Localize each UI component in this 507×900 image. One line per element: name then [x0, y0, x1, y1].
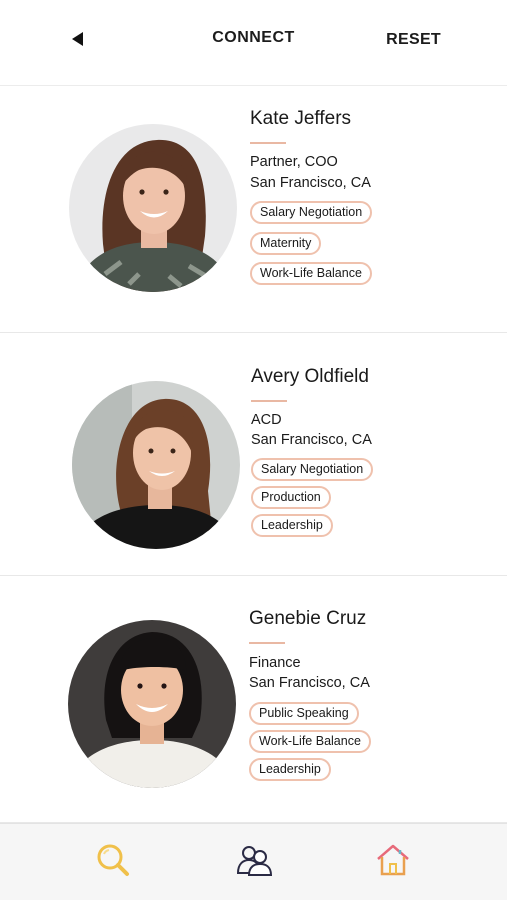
top-navigation-bar: CONNECT RESET	[0, 0, 507, 86]
profile-name: Kate Jeffers	[250, 108, 352, 129]
profile-location: San Francisco, CA	[251, 432, 372, 448]
bottom-tab-bar	[0, 823, 507, 900]
tag-chip[interactable]: Public Speaking	[249, 702, 359, 725]
tag-chip[interactable]: Leadership	[249, 758, 331, 781]
profile-name: Avery Oldfield	[251, 366, 369, 387]
reset-button[interactable]: RESET	[386, 31, 441, 49]
accent-divider	[251, 400, 287, 402]
profile-card[interactable]: Kate Jeffers Partner, COO San Francisco,…	[0, 87, 507, 333]
avatar	[68, 620, 236, 788]
avatar	[72, 381, 240, 549]
profile-location: San Francisco, CA	[249, 675, 370, 691]
profile-card[interactable]: Genebie Cruz Finance San Francisco, CA P…	[0, 577, 507, 823]
profile-location: San Francisco, CA	[250, 175, 371, 191]
tag-chip[interactable]: Work-Life Balance	[250, 262, 372, 285]
tag-chip[interactable]: Work-Life Balance	[249, 730, 371, 753]
tag-chip[interactable]: Production	[251, 486, 331, 509]
profile-name: Genebie Cruz	[249, 608, 367, 629]
search-icon[interactable]	[93, 840, 133, 880]
accent-divider	[250, 142, 286, 144]
tag-chip[interactable]: Leadership	[251, 514, 333, 537]
tag-chip[interactable]: Salary Negotiation	[250, 201, 373, 224]
tag-chip[interactable]: Maternity	[250, 232, 322, 255]
profile-role: ACD	[251, 412, 282, 428]
avatar	[69, 124, 237, 292]
home-icon[interactable]	[373, 840, 413, 880]
people-icon[interactable]	[234, 840, 274, 880]
profile-role: Partner, COO	[250, 154, 338, 170]
profile-role: Finance	[249, 655, 301, 671]
accent-divider	[249, 642, 285, 644]
tag-chip[interactable]: Salary Negotiation	[251, 458, 374, 481]
profile-card[interactable]: Avery Oldfield ACD San Francisco, CA Sal…	[0, 334, 507, 576]
